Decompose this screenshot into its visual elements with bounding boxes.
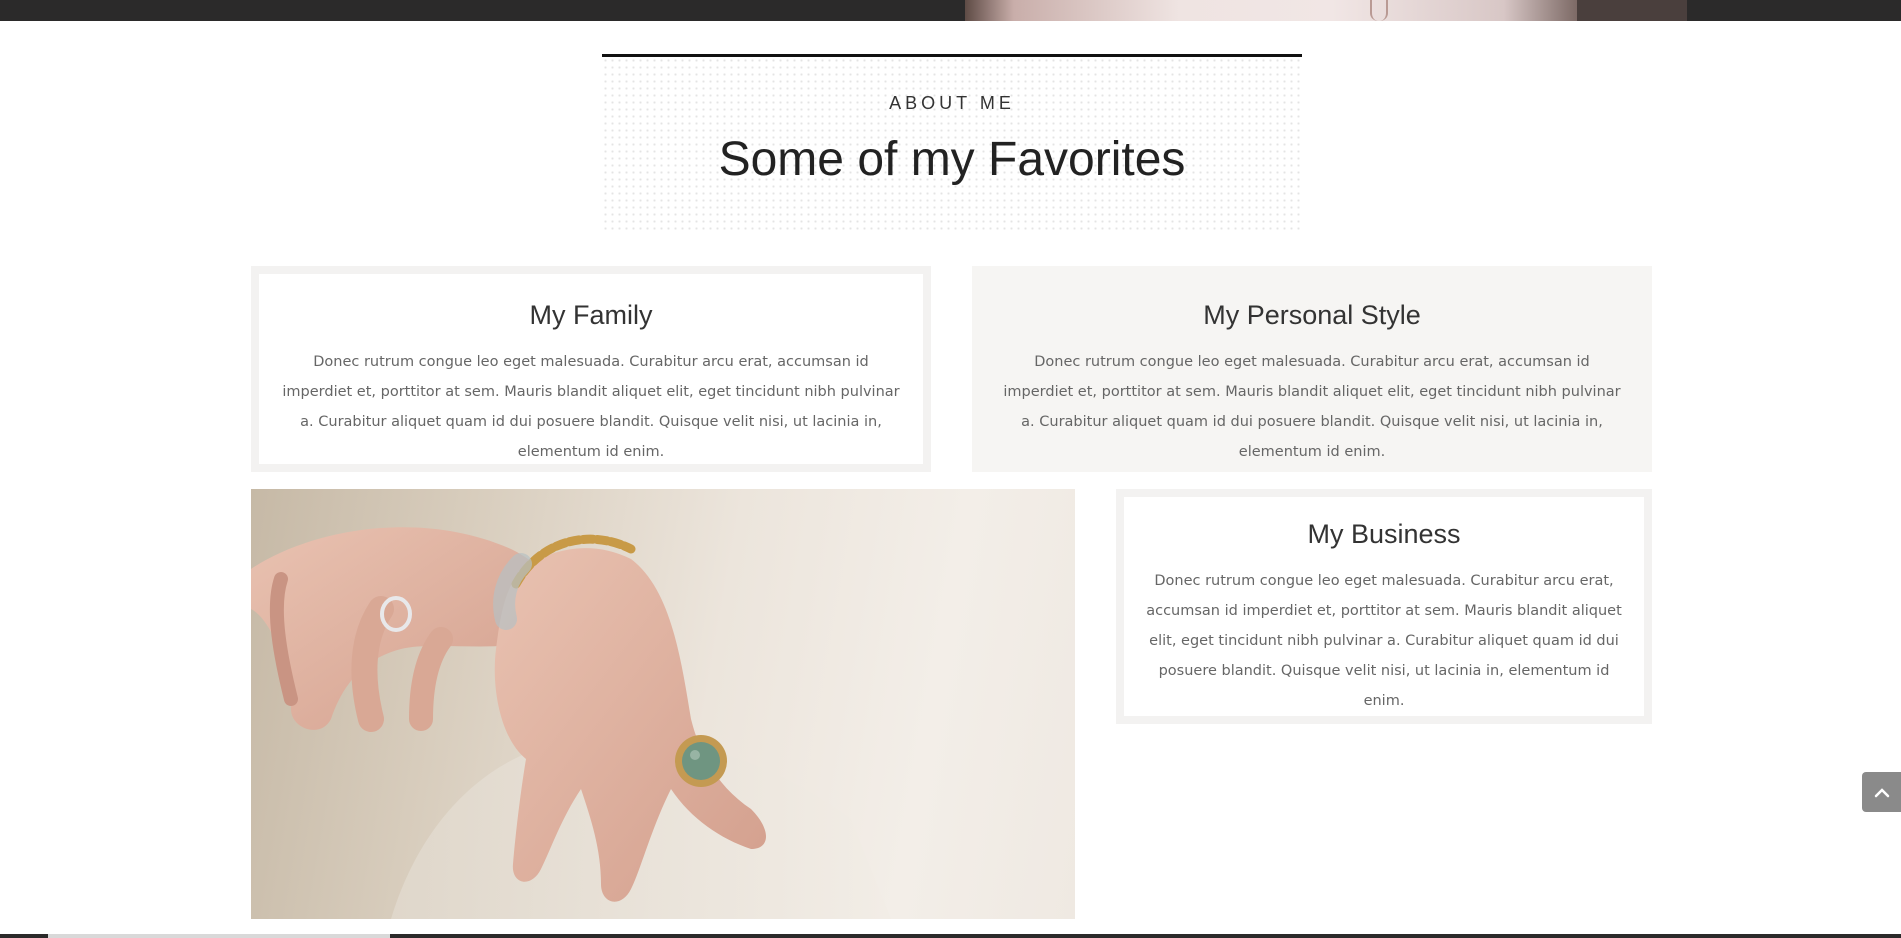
card-my-personal-style: My Personal Style Donec rutrum congue le… <box>972 266 1652 472</box>
footer-edge-highlight <box>48 934 390 938</box>
hand-jewelry-photo <box>251 489 1075 919</box>
card-title: My Personal Style <box>1203 300 1421 330</box>
card-my-business: My Business Donec rutrum congue leo eget… <box>1116 489 1652 724</box>
card-text: Donec rutrum congue leo eget malesuada. … <box>1003 354 1621 460</box>
scroll-to-top-button[interactable] <box>1862 772 1901 812</box>
hero-photo-shadow <box>1577 0 1687 21</box>
card-text: Donec rutrum congue leo eget malesuada. … <box>1146 573 1622 709</box>
section-header: ABOUT ME Some of my Favorites <box>602 54 1302 233</box>
necklace-detail <box>1370 0 1388 21</box>
section-title: Some of my Favorites <box>718 133 1186 186</box>
chevron-up-icon <box>1874 783 1890 802</box>
card-title: My Business <box>1307 519 1461 549</box>
hero-image-strip <box>0 0 1901 21</box>
card-title: My Family <box>529 300 653 330</box>
footer-edge <box>0 934 1901 938</box>
card-text: Donec rutrum congue leo eget malesuada. … <box>282 354 900 460</box>
hero-photo <box>965 0 1577 21</box>
section-eyebrow: ABOUT ME <box>889 93 1015 113</box>
card-my-family: My Family Donec rutrum congue leo eget m… <box>251 266 931 472</box>
